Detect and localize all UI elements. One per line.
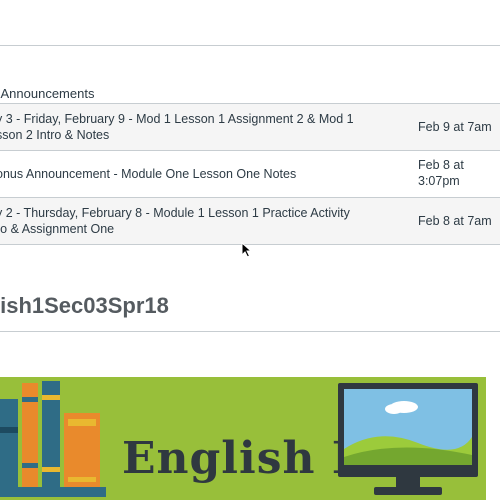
- announcement-title-link[interactable]: y 2 - Thursday, February 8 - Module 1 Le…: [0, 205, 350, 221]
- announcement-row[interactable]: y 3 - Friday, February 9 - Mod 1 Lesson …: [0, 104, 500, 151]
- announcement-title-link-cont[interactable]: sson 2 Intro & Notes: [0, 127, 109, 143]
- recent-announcements-heading: t Announcements: [0, 86, 95, 101]
- announcement-date: Feb 8 at: [418, 158, 464, 172]
- announcements-list: y 3 - Friday, February 9 - Mod 1 Lesson …: [0, 103, 500, 245]
- announcement-title-link[interactable]: onus Announcement - Module One Lesson On…: [0, 166, 296, 182]
- announcement-date-cont: 3:07pm: [418, 174, 460, 188]
- course-title: lish1Sec03Spr18: [0, 293, 169, 318]
- course-banner-image: English I: [0, 377, 486, 500]
- announcement-date: Feb 8 at 7am: [418, 214, 492, 228]
- top-divider: [0, 45, 500, 46]
- announcement-row[interactable]: onus Announcement - Module One Lesson On…: [0, 151, 500, 198]
- mouse-cursor-icon: [241, 242, 253, 258]
- announcement-title-link[interactable]: y 3 - Friday, February 9 - Mod 1 Lesson …: [0, 111, 354, 127]
- announcement-date: Feb 9 at 7am: [418, 120, 492, 134]
- announcement-row[interactable]: y 2 - Thursday, February 8 - Module 1 Le…: [0, 198, 500, 245]
- announcement-title-link-cont[interactable]: ro & Assignment One: [0, 221, 114, 237]
- banner-title: English I: [122, 433, 354, 484]
- course-divider: [0, 331, 500, 332]
- monitor-icon: [338, 383, 478, 495]
